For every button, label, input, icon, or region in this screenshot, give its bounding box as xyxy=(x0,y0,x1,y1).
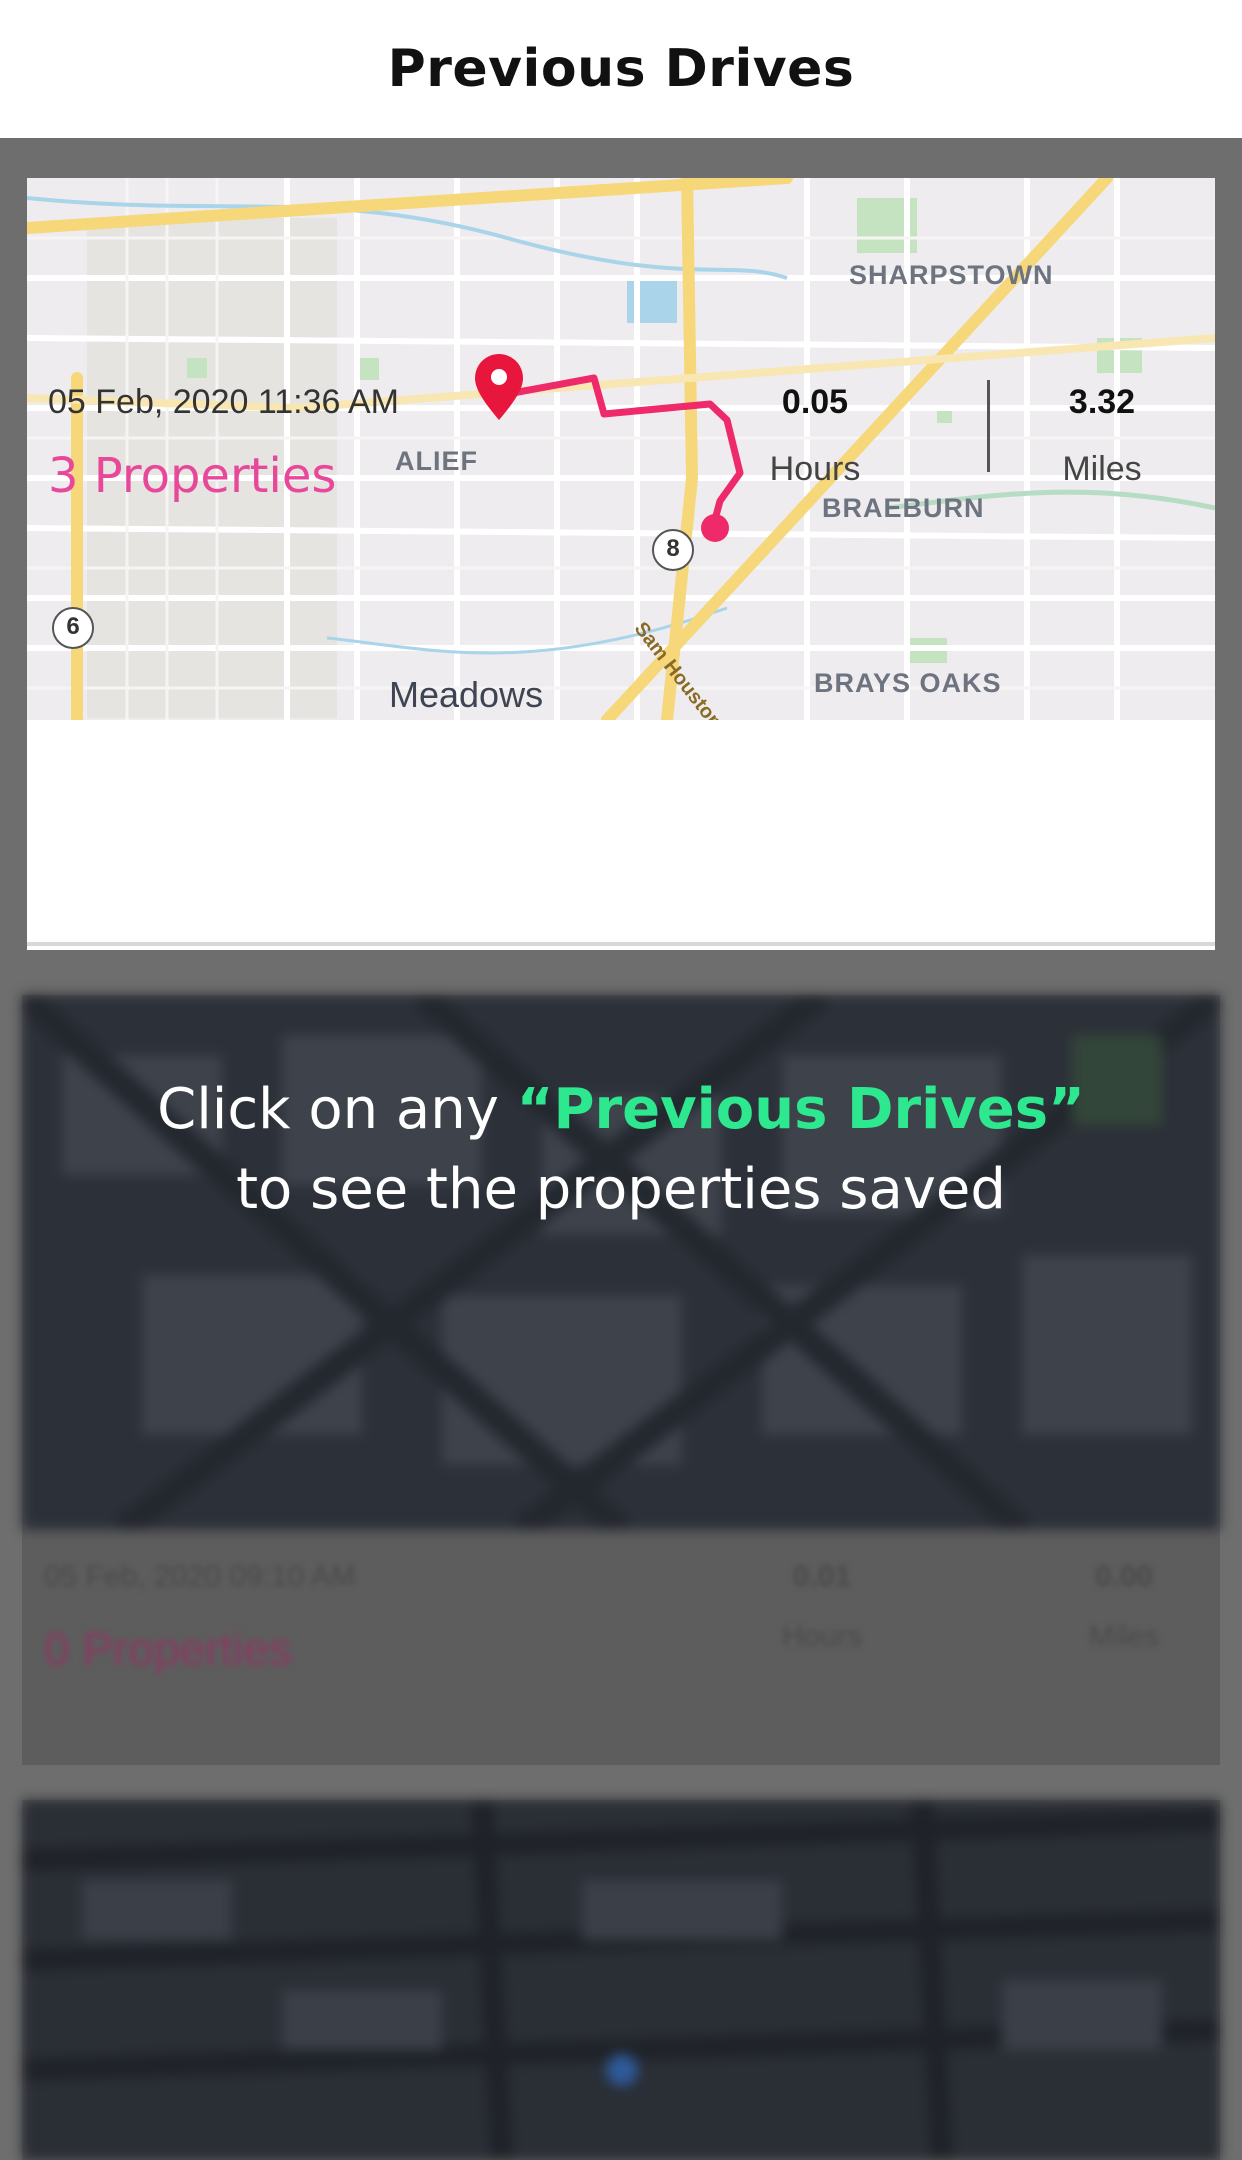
dimmed-properties-count: 0 Properties xyxy=(44,1623,293,1675)
hint-prefix: Click on any xyxy=(157,1077,517,1142)
drive-card[interactable]: SHARPSTOWN ALIEF BRAEBURN BRAYS OAKS Mea… xyxy=(27,178,1215,950)
top-bar: Previous Drives xyxy=(0,0,1242,138)
drive-card-dimmed-2[interactable] xyxy=(22,1800,1220,2160)
dimmed-hours-stat: 0.01 Hours xyxy=(742,1560,902,1654)
map-label-braeburn: BRAEBURN xyxy=(822,493,985,523)
miles-stat: 3.32 Miles xyxy=(1002,383,1202,489)
map-label-sharpstown: SHARPSTOWN xyxy=(849,260,1054,290)
hint-accent: “Previous Drives” xyxy=(516,1077,1085,1142)
dimmed-miles-stat: 0.00 Miles xyxy=(1044,1560,1204,1654)
map-label-meadows: Meadows xyxy=(389,674,544,715)
map-label-brays-oaks: BRAYS OAKS xyxy=(814,668,1002,698)
highway-6-label: 6 xyxy=(66,613,80,640)
hint-line-2: to see the properties saved xyxy=(236,1157,1006,1222)
stat-divider xyxy=(987,380,990,472)
dimmed-miles-value: 0.00 xyxy=(1094,1560,1154,1593)
dimmed-miles-label: Miles xyxy=(1088,1620,1159,1653)
map-label-alief: ALIEF xyxy=(395,446,478,476)
miles-label: Miles xyxy=(1062,450,1142,488)
page-title: Previous Drives xyxy=(387,39,855,99)
hint-line-1: Click on any “Previous Drives” xyxy=(0,1070,1242,1150)
dimmed-drive-datetime: 05 Feb, 2020 09:10 AM xyxy=(44,1560,356,1593)
dimmed-hours-label: Hours xyxy=(781,1620,863,1653)
onboarding-hint: Click on any “Previous Drives” to see th… xyxy=(0,1070,1242,1230)
hours-value: 0.05 xyxy=(781,383,849,421)
highway-8-label: 8 xyxy=(666,535,680,562)
drive-datetime: 05 Feb, 2020 11:36 AM xyxy=(48,383,399,421)
hours-stat: 0.05 Hours xyxy=(715,383,915,489)
miles-value: 3.32 xyxy=(1068,383,1136,421)
card-divider xyxy=(27,942,1215,946)
route-end-marker xyxy=(701,514,729,542)
dimmed-hours-value: 0.01 xyxy=(792,1560,852,1593)
dimmed-card-info: 05 Feb, 2020 09:10 AM 0 Properties 0.01 … xyxy=(22,1530,1220,1765)
hours-label: Hours xyxy=(769,450,861,488)
properties-count[interactable]: 3 Properties xyxy=(48,448,336,504)
satellite-map-2 xyxy=(22,1800,1220,2160)
